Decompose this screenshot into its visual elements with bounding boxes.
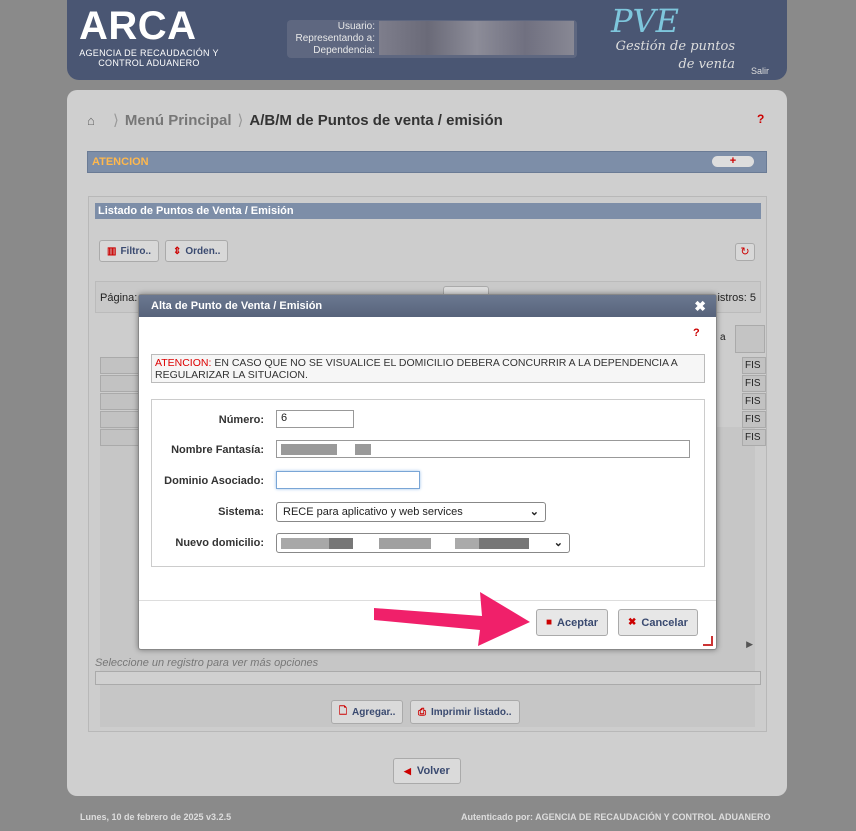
representando-label: Representando a:: [295, 33, 375, 44]
close-icon[interactable]: ✖: [694, 298, 706, 315]
pagina-label: Página:: [100, 292, 138, 304]
table-row[interactable]: [100, 411, 142, 428]
agregar-button[interactable]: 🗋 Agregar..: [331, 700, 404, 724]
usuario-label: Usuario:: [337, 21, 375, 32]
table-cell[interactable]: FIS: [742, 357, 766, 374]
breadcrumb-separator: ⟩: [237, 112, 244, 129]
warning-text: EN CASO QUE NO SE VISUALICE EL DOMICILIO…: [155, 357, 678, 381]
page-title: A/B/M de Puntos de venta / emisión: [249, 111, 503, 129]
orden-button[interactable]: ⇕ Orden..: [165, 240, 229, 262]
sistema-row: Sistema: RECE para aplicativo y web serv…: [152, 502, 706, 524]
scroll-right-icon[interactable]: ▶: [746, 639, 753, 650]
refresh-icon[interactable]: ↻: [735, 243, 755, 261]
aceptar-label: Aceptar: [557, 616, 599, 629]
chevron-down-icon: ⌄: [553, 537, 563, 549]
redacted-text: [281, 444, 337, 455]
dominio-row: Dominio Asociado:: [152, 471, 706, 493]
cancelar-button[interactable]: ✖ Cancelar: [618, 609, 698, 636]
pve-logo: PVE: [611, 2, 679, 40]
printer-icon: ⎙: [418, 706, 426, 718]
table-row[interactable]: [100, 429, 142, 446]
agregar-label: Agregar..: [352, 706, 396, 718]
options-box: [95, 671, 761, 685]
redacted-text: [329, 538, 353, 549]
help-icon[interactable]: ?: [757, 112, 764, 126]
column-header-label: a: [720, 332, 726, 343]
registros-label: istros: 5: [717, 292, 756, 304]
dialog-warning: ATENCION: EN CASO QUE NO SE VISUALICE EL…: [151, 354, 705, 383]
volver-label: Volver: [416, 765, 450, 777]
orden-label: Orden..: [185, 245, 221, 257]
dialog-help-icon[interactable]: ?: [693, 327, 700, 339]
breadcrumb: ⌂ ⟩ Menú Principal ⟩ A/B/M de Puntos de …: [87, 110, 503, 130]
arca-logo: ARCA: [79, 4, 197, 48]
footer-auth: Autenticado por: AGENCIA DE RECAUDACIÓN …: [461, 812, 771, 822]
table-row[interactable]: [100, 375, 142, 392]
chevron-down-icon: ⌄: [529, 506, 539, 518]
pointer-arrow-icon: [374, 592, 530, 646]
redacted-text: [479, 538, 529, 549]
footer-date: Lunes, 10 de febrero de 2025 v3.2.5: [80, 812, 232, 822]
column-header[interactable]: a: [720, 325, 765, 353]
nombre-row: Nombre Fantasía:: [152, 440, 706, 462]
cancelar-label: Cancelar: [641, 616, 688, 629]
redacted-text: [281, 538, 329, 549]
redacted-text: [355, 444, 371, 455]
expand-toggle-button[interactable]: +: [712, 156, 754, 167]
close-icon: ✖: [628, 617, 637, 628]
salir-link[interactable]: Salir: [751, 66, 769, 76]
table-cell[interactable]: FIS: [742, 375, 766, 392]
sistema-select[interactable]: RECE para aplicativo y web services ⌄: [276, 502, 546, 522]
arca-logo-subtitle: AGENCIA DE RECAUDACIÓN Y CONTROL ADUANER…: [79, 48, 219, 68]
table-cell[interactable]: FIS: [742, 429, 766, 446]
table-row[interactable]: [100, 357, 142, 374]
breadcrumb-separator: ⟩: [113, 112, 119, 129]
sistema-label: Sistema:: [218, 506, 264, 518]
sistema-selected-value: RECE para aplicativo y web services: [283, 506, 463, 518]
listado-title: Listado de Puntos de Venta / Emisión: [95, 203, 761, 219]
filtro-button[interactable]: ▥ Filtro..: [99, 240, 160, 262]
back-arrow-icon: ◀: [404, 765, 411, 776]
warning-prefix: ATENCION:: [155, 357, 212, 369]
numero-label: Número:: [218, 414, 264, 426]
filtro-label: Filtro..: [120, 245, 152, 257]
pve-subtitle: Gestión de puntos de venta: [615, 39, 735, 72]
nuevo-domicilio-select[interactable]: ⌄: [276, 533, 570, 553]
atencion-label: ATENCION: [92, 156, 149, 168]
selection-hint: Seleccione un registro para ver más opci…: [95, 657, 319, 669]
aceptar-button[interactable]: ■ Aceptar: [536, 609, 609, 636]
imprimir-label: Imprimir listado..: [431, 706, 512, 718]
numero-row: Número: 6: [152, 410, 706, 432]
dependencia-label: Dependencia:: [313, 45, 375, 56]
breadcrumb-menu-principal[interactable]: Menú Principal: [125, 112, 232, 129]
app-header: ARCA AGENCIA DE RECAUDACIÓN Y CONTROL AD…: [67, 0, 787, 80]
redacted-text: [455, 538, 479, 549]
volver-button[interactable]: ◀ Volver: [393, 758, 461, 784]
table-row[interactable]: [100, 393, 142, 410]
dialog-title-bar[interactable]: Alta de Punto de Venta / Emisión ✖: [139, 295, 716, 317]
save-icon: ■: [546, 617, 553, 628]
atencion-bar: ATENCION +: [87, 151, 767, 173]
nombre-fantasia-label: Nombre Fantasía:: [171, 444, 264, 456]
imprimir-button[interactable]: ⎙ Imprimir listado..: [410, 700, 520, 724]
redacted-text: [379, 538, 431, 549]
domicilio-row: Nuevo domicilio: ⌄: [152, 533, 706, 555]
user-info-redacted: [379, 21, 574, 55]
dialog-title: Alta de Punto de Venta / Emisión: [151, 300, 323, 312]
table-cell[interactable]: FIS: [742, 411, 766, 428]
nuevo-domicilio-label: Nuevo domicilio:: [175, 537, 264, 549]
sort-icon: ⇕: [173, 245, 182, 257]
arrow-shape: [374, 592, 530, 646]
table-cell[interactable]: FIS: [742, 393, 766, 410]
dialog-form: Número: 6 Nombre Fantasía: Dominio Asoci…: [151, 399, 705, 567]
filter-icon: ▥: [107, 245, 117, 257]
resize-grip-icon[interactable]: [703, 636, 713, 646]
user-info: Usuario: Representando a: Dependencia:: [287, 20, 577, 58]
numero-input[interactable]: 6: [276, 410, 354, 428]
home-icon[interactable]: ⌂: [87, 113, 101, 128]
nombre-fantasia-input[interactable]: [276, 440, 690, 458]
dominio-asociado-input[interactable]: [276, 471, 420, 489]
add-document-icon: 🗋: [339, 705, 348, 717]
dominio-asociado-label: Dominio Asociado:: [164, 475, 264, 487]
